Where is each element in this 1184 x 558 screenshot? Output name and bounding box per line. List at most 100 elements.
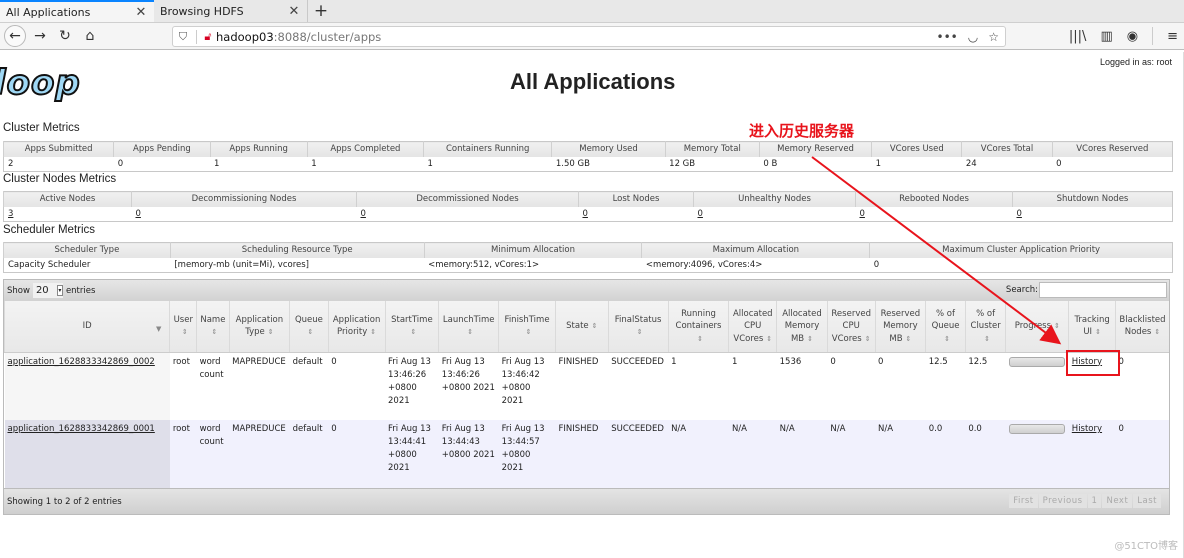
sidebar-icon[interactable]: ▥ <box>1100 29 1112 44</box>
metric-value-link[interactable]: 0 <box>136 209 141 219</box>
history-link[interactable]: History <box>1072 424 1102 434</box>
close-icon[interactable]: ✕ <box>134 5 148 20</box>
reload-button[interactable]: ↻ <box>54 25 76 47</box>
menu-icon[interactable]: ≡ <box>1167 29 1178 44</box>
column-header-reserved-memory-mb[interactable]: Reserved Memory MB ⇕ <box>874 301 926 353</box>
insecure-lock-icon[interactable]: 🔓︎ <box>200 30 216 44</box>
column-header-name[interactable]: Name⇕ <box>196 301 230 353</box>
cell-user: root <box>169 420 197 488</box>
cell-blacklisted: 0 <box>1115 420 1169 488</box>
column-header-allocated-cpu-vcores[interactable]: Allocated CPU VCores ⇕ <box>728 301 777 353</box>
pager-first[interactable]: First <box>1009 494 1038 508</box>
metric-header: Minimum Allocation <box>423 242 642 258</box>
page-length-select[interactable]: 20 ▾ <box>32 283 63 298</box>
application-id-link[interactable]: application_1628833342869_0002 <box>8 357 155 367</box>
sort-icon[interactable]: ⇕ <box>211 326 217 339</box>
metric-value: 24 <box>961 156 1053 172</box>
sort-icon[interactable]: ⇕ <box>1054 320 1060 333</box>
cell-progress <box>1005 420 1069 488</box>
sort-icon[interactable]: ⇕ <box>592 320 598 333</box>
sort-icon[interactable]: ⇕ <box>1154 326 1160 339</box>
cluster-nodes-metrics-table: Active Nodes Decommissioning Nodes Decommi… <box>3 191 1173 222</box>
sort-icon[interactable]: ⇕ <box>906 333 912 346</box>
sort-icon[interactable]: ⇕ <box>370 326 376 339</box>
column-header-id[interactable]: ID ▼ <box>3 301 170 353</box>
page-length-value: 20 <box>35 285 49 296</box>
sort-icon[interactable]: ⇕ <box>637 326 643 339</box>
metric-cell: 0 <box>1012 206 1173 222</box>
metric-value-link[interactable]: 0 <box>860 209 865 219</box>
sort-icon[interactable]: ⇕ <box>697 333 703 346</box>
sort-icon[interactable]: ⇕ <box>307 326 313 339</box>
home-button[interactable]: ⌂ <box>79 25 101 47</box>
sort-icon[interactable]: ⇕ <box>807 333 813 346</box>
back-button[interactable]: ← <box>4 25 26 47</box>
column-header-user[interactable]: User⇕ <box>169 301 197 353</box>
more-actions-icon[interactable]: ••• <box>937 30 958 44</box>
column-header-state[interactable]: State ⇕ <box>554 301 609 353</box>
sort-descending-icon[interactable]: ▼ <box>156 323 161 336</box>
cell-alloc-mem: 1536 <box>776 352 828 420</box>
sort-icon[interactable]: ⇕ <box>410 326 416 339</box>
cluster-metrics-title: Cluster Metrics <box>3 122 80 134</box>
metric-value-link[interactable]: 0 <box>1017 209 1022 219</box>
metric-value-link[interactable]: 0 <box>698 209 703 219</box>
hadoop-logo[interactable]: loop <box>0 65 81 101</box>
close-icon[interactable]: ✕ <box>287 4 301 19</box>
column-header-queue[interactable]: Queue⇕ <box>289 301 329 353</box>
sort-icon[interactable]: ⇕ <box>182 326 188 339</box>
column-header-label: FinishTime <box>504 314 550 325</box>
column-header-launch-time[interactable]: LaunchTime⇕ <box>438 301 499 353</box>
shield-icon[interactable]: ⛉ <box>173 30 193 44</box>
bookmark-star-icon[interactable]: ☆ <box>988 30 999 44</box>
cell-id: application_1628833342869_0002 <box>4 352 170 420</box>
column-header-application-priority[interactable]: Application Priority ⇕ <box>327 301 386 353</box>
sort-icon[interactable]: ⇕ <box>944 333 950 346</box>
account-icon[interactable]: ◉ <box>1127 29 1138 44</box>
metric-value-link[interactable]: 0 <box>361 209 366 219</box>
metric-value: 0 <box>869 257 1173 273</box>
column-header-reserved-cpu-vcores[interactable]: Reserved CPU VCores ⇕ <box>826 301 876 353</box>
sort-icon[interactable]: ⇕ <box>268 326 274 339</box>
column-header-finish-time[interactable]: FinishTime⇕ <box>498 301 556 353</box>
url-bar[interactable]: ⛉ 🔓︎ hadoop03:8088/cluster/apps ••• ◡ ☆ <box>172 26 1006 47</box>
sort-icon[interactable]: ⇕ <box>1095 326 1101 339</box>
column-header-label: Allocated Memory MB <box>782 308 822 344</box>
column-header-allocated-memory-mb[interactable]: Allocated Memory MB ⇕ <box>776 301 828 353</box>
sort-icon[interactable]: ⇕ <box>526 326 532 339</box>
pager-last[interactable]: Last <box>1133 494 1161 508</box>
sort-icon[interactable]: ⇕ <box>865 333 871 346</box>
metric-header: Memory Used <box>551 141 666 157</box>
column-header-label: FinalStatus <box>614 314 662 325</box>
pager-1[interactable]: 1 <box>1087 494 1102 508</box>
sort-icon[interactable]: ⇕ <box>984 333 990 346</box>
column-header-percent-of-cluster[interactable]: % of Cluster⇕ <box>964 301 1006 353</box>
column-header-running-containers[interactable]: Running Containers⇕ <box>667 301 729 353</box>
pager-previous[interactable]: Previous <box>1038 494 1087 508</box>
column-header-application-type[interactable]: Application Type ⇕ <box>228 301 290 353</box>
dropdown-arrow-icon[interactable]: ▾ <box>56 285 63 296</box>
forward-button[interactable]: → <box>29 25 51 47</box>
sort-icon[interactable]: ⇕ <box>467 326 473 339</box>
cell-type: MAPREDUCE <box>229 420 290 488</box>
new-tab-button[interactable]: + <box>308 0 334 22</box>
column-header-progress[interactable]: Progress ⇕ <box>1005 301 1069 353</box>
tab-title: Browsing HDFS <box>160 4 244 18</box>
application-id-link[interactable]: application_1628833342869_0001 <box>8 424 155 434</box>
nav-bar: ← → ↻ ⌂ ⛉ 🔓︎ hadoop03:8088/cluster/apps … <box>0 23 1184 50</box>
library-icon[interactable]: |||\ <box>1069 29 1087 44</box>
metric-value-link[interactable]: 0 <box>583 209 588 219</box>
column-header-tracking-ui[interactable]: Tracking UI ⇕ <box>1068 301 1116 353</box>
pager-next[interactable]: Next <box>1102 494 1133 508</box>
pocket-icon[interactable]: ◡ <box>968 30 978 44</box>
cell-alloc-vcores: 1 <box>728 352 777 420</box>
column-header-start-time[interactable]: StartTime⇕ <box>384 301 439 353</box>
column-header-final-status[interactable]: FinalStatus⇕ <box>607 301 669 353</box>
metric-value-link[interactable]: 3 <box>8 209 13 219</box>
search-input[interactable] <box>1039 282 1167 298</box>
column-header-percent-of-queue[interactable]: % of Queue⇕ <box>925 301 966 353</box>
sort-icon[interactable]: ⇕ <box>766 333 772 346</box>
tab-browsing-hdfs[interactable]: Browsing HDFS ✕ <box>154 0 308 22</box>
tab-all-applications[interactable]: All Applications ✕ <box>0 0 154 22</box>
column-header-blacklisted-nodes[interactable]: Blacklisted Nodes ⇕ <box>1114 301 1169 353</box>
